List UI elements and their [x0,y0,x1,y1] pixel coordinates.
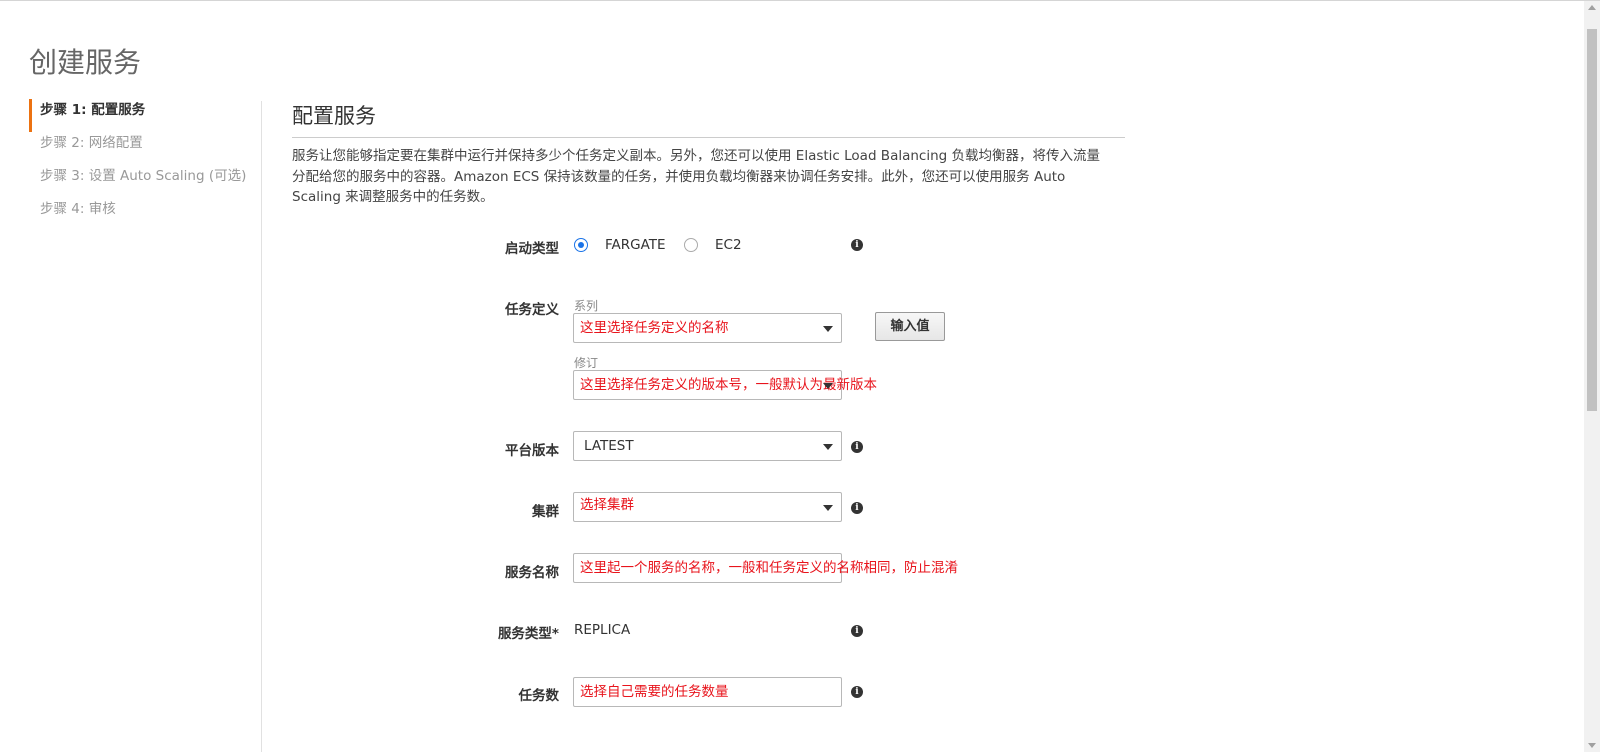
info-icon[interactable]: i [851,625,863,637]
radio-fargate-label[interactable]: FARGATE [605,237,666,253]
task-count-label: 任务数 [518,688,560,704]
info-icon[interactable]: i [851,502,863,514]
task-definition-label: 任务定义 [505,302,559,318]
scroll-up-arrow-icon[interactable] [1588,5,1596,10]
scroll-down-arrow-icon[interactable] [1588,743,1596,748]
cluster-select[interactable]: 选择集群 [573,492,842,522]
task-count-input[interactable]: 选择自己需要的任务数量 [573,677,842,707]
scrollbar-thumb[interactable] [1587,29,1597,411]
platform-version-label: 平台版本 [505,443,559,459]
info-icon[interactable]: i [851,686,863,698]
chevron-down-icon [823,505,833,511]
vertical-scrollbar[interactable] [1584,1,1600,752]
platform-version-value: LATEST [584,438,634,454]
cluster-select-value: 选择集群 [580,497,634,513]
step-review[interactable]: 步骤 4: 审核 [29,198,259,231]
service-type-label: 服务类型* [497,626,559,642]
info-icon[interactable]: i [851,441,863,453]
family-select[interactable]: 这里选择任务定义的名称 [573,313,842,343]
service-name-label: 服务名称 [505,565,559,581]
enter-value-button[interactable]: 输入值 [875,312,945,341]
family-label: 系列 [574,299,599,313]
service-name-input[interactable]: 这里起一个服务的名称，一般和任务定义的名称相同，防止混淆 [573,553,958,583]
section-title: 配置服务 [292,100,1125,138]
sidebar-divider [261,101,262,752]
chevron-down-icon [823,383,833,389]
wizard-steps: 步骤 1: 配置服务 步骤 2: 网络配置 步骤 3: 设置 Auto Scal… [29,99,259,231]
chevron-down-icon [823,444,833,450]
step-network-config[interactable]: 步骤 2: 网络配置 [29,132,259,165]
info-icon[interactable]: i [851,239,863,251]
page-title: 创建服务 [29,46,142,79]
radio-ec2[interactable] [684,238,698,252]
step-configure-service[interactable]: 步骤 1: 配置服务 [29,99,259,132]
service-name-value: 这里起一个服务的名称，一般和任务定义的名称相同，防止混淆 [580,560,958,576]
section-description: 服务让您能够指定要在集群中运行并保持多少个任务定义副本。另外，您还可以使用 El… [292,148,1101,205]
step-auto-scaling[interactable]: 步骤 3: 设置 Auto Scaling (可选) [29,165,259,198]
revision-select[interactable]: 这里选择任务定义的版本号，一般默认为最新版本 [573,370,877,400]
revision-label: 修订 [574,356,599,370]
chevron-down-icon [823,326,833,332]
task-count-value: 选择自己需要的任务数量 [580,684,729,700]
launch-type-label: 启动类型 [505,241,559,257]
radio-ec2-label[interactable]: EC2 [715,237,742,253]
service-type-value: REPLICA [574,622,631,638]
cluster-label: 集群 [532,504,559,520]
platform-version-select[interactable]: LATEST [573,431,842,461]
radio-fargate[interactable] [574,238,588,252]
family-select-value: 这里选择任务定义的名称 [580,320,729,336]
